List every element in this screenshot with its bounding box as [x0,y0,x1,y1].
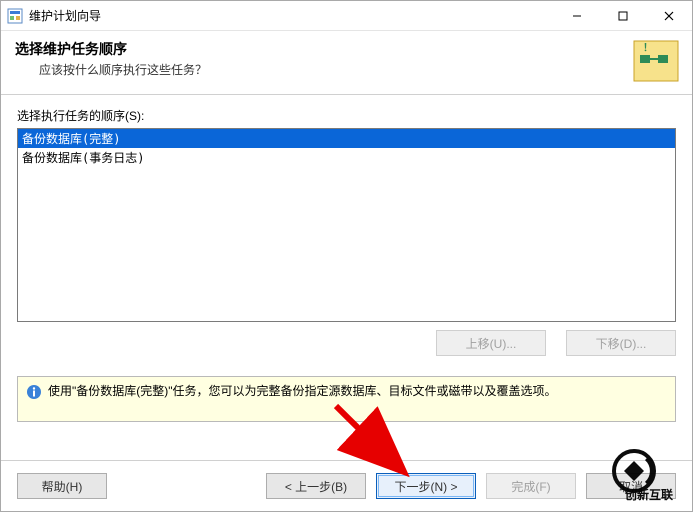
header: 选择维护任务顺序 应该按什么顺序执行这些任务？ ！ [1,31,692,95]
window-title: 维护计划向导 [29,7,101,24]
close-button[interactable] [646,1,692,31]
cancel-button[interactable]: 取消 [586,473,676,499]
move-up-button[interactable]: 上移(U)... [436,330,546,356]
back-button[interactable]: < 上一步(B) [266,473,366,499]
minimize-button[interactable] [554,1,600,31]
info-box: 使用"备份数据库(完整)"任务，您可以为完整备份指定源数据库、目标文件或磁带以及… [17,376,676,422]
info-icon [26,384,42,400]
move-down-button[interactable]: 下移(D)... [566,330,676,356]
next-button[interactable]: 下一步(N) > [376,473,476,499]
svg-text:！: ！ [643,42,653,54]
wizard-window: 维护计划向导 选择维护任务顺序 应该按什么顺序执行这些任务？ ！ 选择执行任务的… [0,0,693,512]
maximize-button[interactable] [600,1,646,31]
footer: 帮助(H) < 上一步(B) 下一步(N) > 完成(F) 取消 [1,460,692,511]
titlebar: 维护计划向导 [1,1,692,31]
wizard-icon: ！ [628,37,682,87]
page-subheading: 应该按什么顺序执行这些任务？ [39,61,678,78]
list-item[interactable]: 备份数据库(事务日志) [18,148,675,167]
task-order-listbox[interactable]: 备份数据库(完整)备份数据库(事务日志) [17,128,676,322]
help-button[interactable]: 帮助(H) [17,473,107,499]
app-icon [7,8,23,24]
finish-button[interactable]: 完成(F) [486,473,576,499]
content-body: 选择执行任务的顺序(S): 备份数据库(完整)备份数据库(事务日志) 上移(U)… [1,95,692,356]
list-item[interactable]: 备份数据库(完整) [18,129,675,148]
page-heading: 选择维护任务顺序 [15,39,678,59]
order-label: 选择执行任务的顺序(S): [17,107,676,124]
info-text: 使用"备份数据库(完整)"任务，您可以为完整备份指定源数据库、目标文件或磁带以及… [48,383,557,400]
